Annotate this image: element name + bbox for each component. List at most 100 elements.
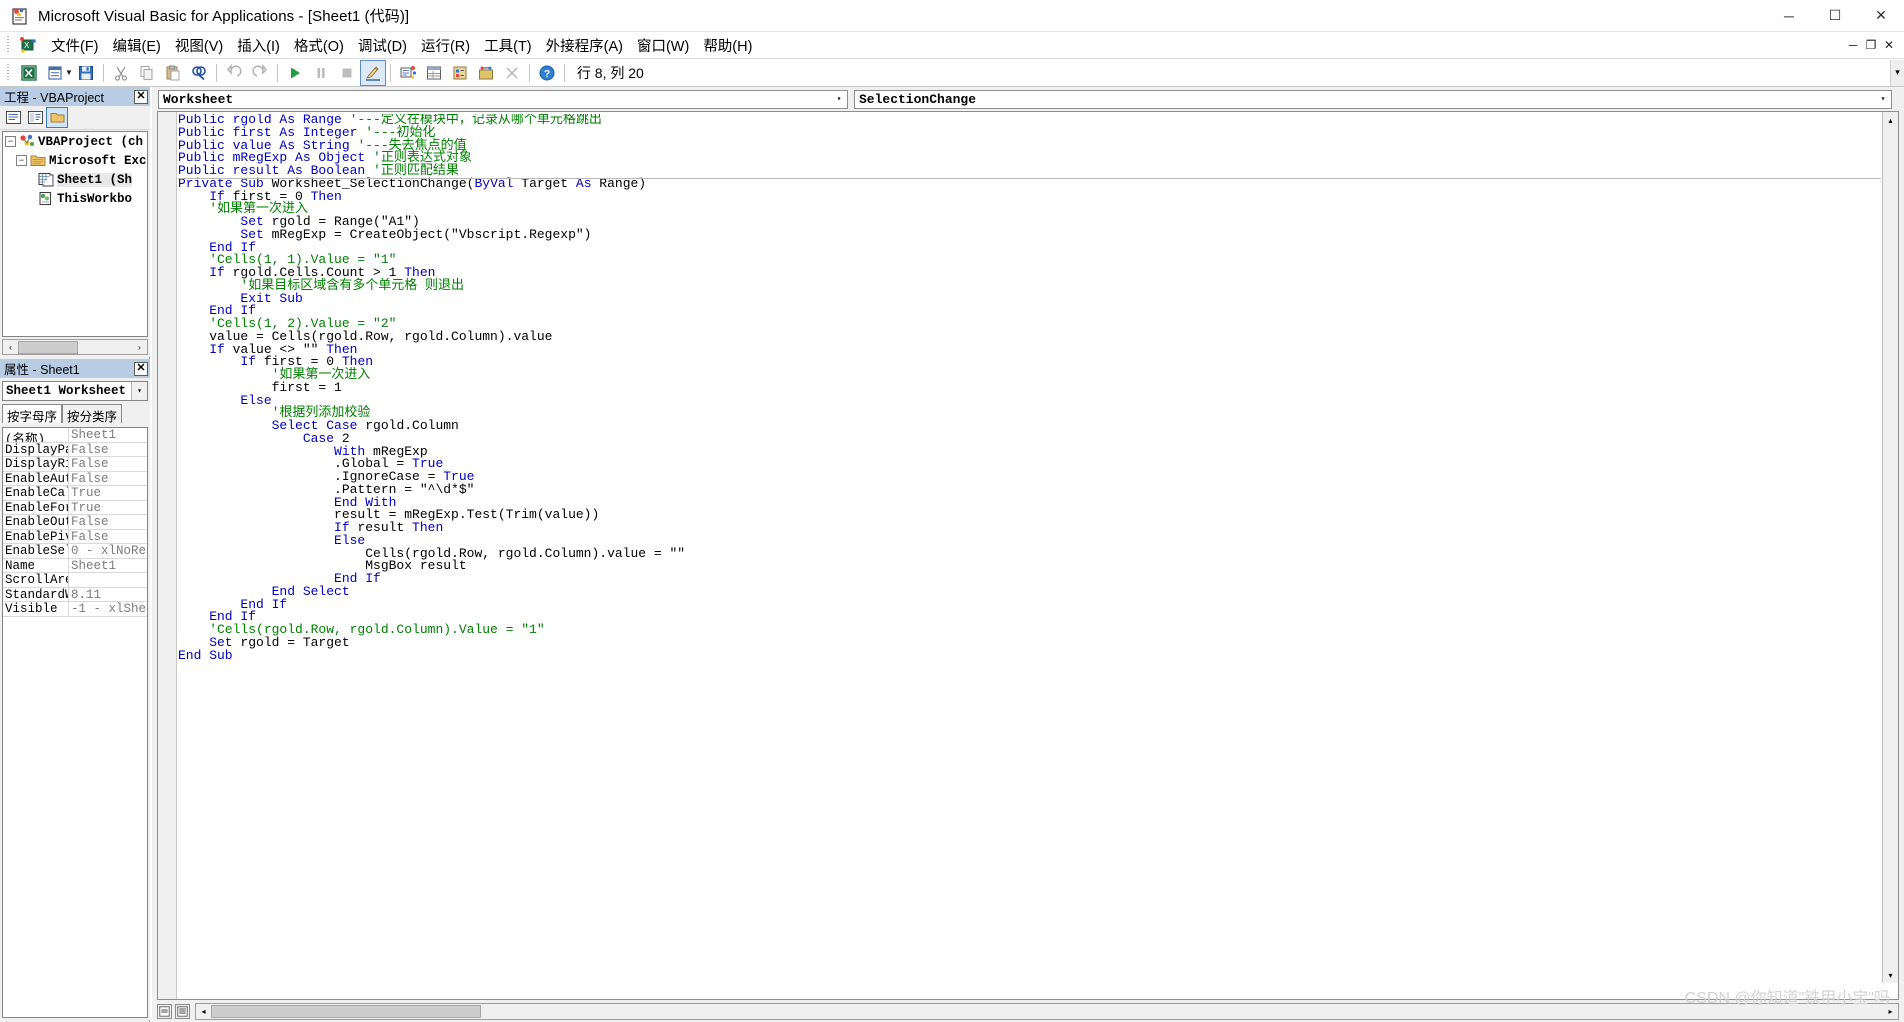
scroll-left-icon[interactable]: ‹: [3, 340, 18, 354]
close-button[interactable]: ✕: [1858, 0, 1904, 32]
save-icon[interactable]: [74, 61, 98, 85]
chevron-down-icon[interactable]: ▾: [131, 382, 147, 400]
mdi-restore-button[interactable]: ❐: [1862, 35, 1880, 55]
menu-drag-grip[interactable]: [6, 36, 13, 54]
view-code-icon[interactable]: [3, 108, 23, 127]
properties-grid[interactable]: (名称)Sheet1DisplayPageBFalseDisplayRightT…: [2, 427, 148, 1018]
properties-row[interactable]: StandardWidt8.11: [3, 587, 147, 602]
folder-icon: [30, 153, 46, 168]
minimize-button[interactable]: ─: [1766, 0, 1812, 32]
menu-item-run[interactable]: 运行(R): [414, 32, 477, 59]
tab-categorized[interactable]: 按分类序: [62, 404, 123, 424]
project-tree-item[interactable]: − Microsoft Exc: [3, 151, 147, 170]
run-icon[interactable]: [283, 61, 307, 85]
insert-userform-icon[interactable]: [43, 61, 67, 85]
properties-row[interactable]: ScrollArea: [3, 573, 147, 588]
menu-item-edit[interactable]: 编辑(E): [106, 32, 168, 59]
menu-item-view[interactable]: 视图(V): [168, 32, 230, 59]
properties-row[interactable]: EnableSelect0 - xlNoRes: [3, 544, 147, 559]
misc-tool-icon: [500, 61, 524, 85]
scrollbar-thumb[interactable]: [211, 1005, 481, 1018]
properties-row[interactable]: EnableOutliniFalse: [3, 515, 147, 530]
project-tree[interactable]: − VBAProject (ch − Microsoft Exc Sheet1 (Sh T…: [2, 131, 148, 337]
code-hscrollbar[interactable]: ◂ ▸: [195, 1003, 1899, 1020]
project-tree-hscrollbar[interactable]: ‹ ›: [2, 339, 148, 355]
menu-item-debug[interactable]: 调试(D): [351, 32, 414, 59]
property-value[interactable]: [69, 573, 147, 587]
object-browser-icon[interactable]: [448, 61, 472, 85]
scroll-right-icon[interactable]: ›: [132, 340, 147, 354]
properties-close-icon[interactable]: ✕: [134, 361, 148, 376]
help-icon[interactable]: ?: [535, 61, 559, 85]
menu-item-addins[interactable]: 外接程序(A): [539, 32, 630, 59]
project-explorer-icon[interactable]: [396, 61, 420, 85]
toggle-folders-icon[interactable]: [46, 107, 68, 128]
object-combo[interactable]: Worksheet ▾: [158, 89, 848, 109]
properties-row[interactable]: EnableFormatTrue: [3, 500, 147, 515]
property-value[interactable]: False: [69, 443, 147, 457]
menu-item-help[interactable]: 帮助(H): [696, 32, 759, 59]
mdi-minimize-button[interactable]: ─: [1844, 35, 1862, 55]
tab-alphabetic[interactable]: 按字母序: [2, 404, 63, 424]
chevron-down-icon[interactable]: ▾: [1875, 91, 1891, 108]
menu-item-window[interactable]: 窗口(W): [630, 32, 696, 59]
view-excel-icon[interactable]: [17, 61, 41, 85]
tree-expander-icon[interactable]: −: [16, 155, 27, 166]
properties-row[interactable]: Visible -1 - xlShee: [3, 602, 147, 617]
view-object-icon[interactable]: [25, 108, 45, 127]
tree-expander-icon[interactable]: −: [5, 136, 16, 147]
menu-item-insert[interactable]: 插入(I): [230, 32, 287, 59]
menu-item-tools[interactable]: 工具(T): [477, 32, 539, 59]
toolbox-icon[interactable]: [474, 61, 498, 85]
menu-item-format[interactable]: 格式(O): [287, 32, 351, 59]
properties-row[interactable]: DisplayPageBFalse: [3, 442, 147, 457]
code-token: Then: [412, 520, 444, 535]
design-mode-icon[interactable]: [359, 59, 386, 86]
project-explorer-close-icon[interactable]: ✕: [134, 89, 148, 104]
project-tree-item[interactable]: Sheet1 (Sh: [3, 170, 147, 189]
properties-row[interactable]: DisplayRightTFalse: [3, 457, 147, 472]
project-tree-item-label: VBAProject (ch: [38, 134, 144, 149]
properties-window-icon[interactable]: [422, 61, 446, 85]
property-value[interactable]: 8.11: [69, 588, 147, 602]
property-value[interactable]: -1 - xlShee: [69, 602, 147, 616]
code-text[interactable]: Public rgold As Range '---定义在模块中，记录从哪个单元…: [178, 114, 1881, 982]
properties-object-combo[interactable]: Sheet1 Worksheet ▾: [2, 381, 148, 401]
code-vscrollbar[interactable]: ▴ ▾: [1882, 112, 1898, 983]
code-line: End If: [178, 598, 1881, 612]
property-value[interactable]: False: [69, 472, 147, 486]
code-editor[interactable]: Public rgold As Range '---定义在模块中，记录从哪个单元…: [157, 111, 1899, 1000]
margin-indicator-bar[interactable]: [158, 112, 177, 999]
properties-row[interactable]: EnablePivotTFalse: [3, 529, 147, 544]
properties-row[interactable]: (名称) Sheet1: [3, 428, 147, 443]
maximize-button[interactable]: ☐: [1812, 0, 1858, 32]
properties-row[interactable]: EnableAutoFiFalse: [3, 471, 147, 486]
toolbar-drag-grip[interactable]: [6, 63, 13, 82]
project-tree-item[interactable]: − VBAProject (ch: [3, 132, 147, 151]
menu-item-file[interactable]: 文件(F): [44, 32, 106, 59]
property-value[interactable]: False: [69, 530, 147, 544]
property-value[interactable]: True: [69, 486, 147, 500]
property-value[interactable]: False: [69, 457, 147, 471]
property-value[interactable]: Sheet1: [69, 559, 147, 573]
scroll-up-icon[interactable]: ▴: [1883, 112, 1898, 128]
scrollbar-thumb[interactable]: [18, 340, 78, 354]
procedure-view-icon[interactable]: [157, 1004, 172, 1019]
procedure-combo[interactable]: SelectionChange ▾: [854, 89, 1892, 109]
svg-text:X: X: [24, 41, 30, 50]
scroll-left-icon[interactable]: ◂: [196, 1004, 211, 1019]
toolbar-overflow-button[interactable]: ▾: [1890, 59, 1904, 86]
scroll-down-icon[interactable]: ▾: [1883, 967, 1898, 983]
mdi-close-button[interactable]: ✕: [1880, 35, 1898, 55]
properties-row[interactable]: EnableCalculTrue: [3, 486, 147, 501]
property-value[interactable]: True: [69, 501, 147, 515]
find-icon[interactable]: [187, 61, 211, 85]
code-line: Case 2: [178, 432, 1881, 446]
properties-row[interactable]: Name Sheet1: [3, 558, 147, 573]
project-tree-item[interactable]: ThisWorkbo: [3, 189, 147, 208]
chevron-down-icon[interactable]: ▾: [831, 91, 847, 108]
property-value[interactable]: False: [69, 515, 147, 529]
property-value[interactable]: 0 - xlNoRes: [69, 544, 147, 558]
full-module-view-icon[interactable]: [175, 1004, 190, 1019]
property-value[interactable]: Sheet1: [69, 428, 147, 442]
